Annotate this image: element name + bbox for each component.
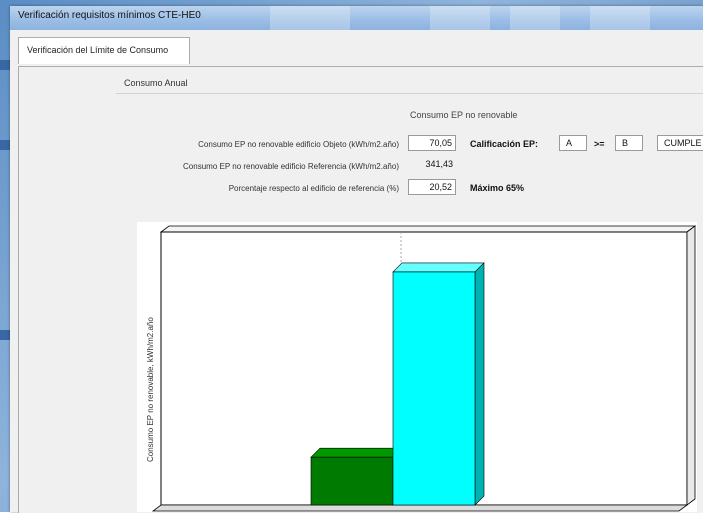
chart-top-face xyxy=(159,225,697,233)
title-bar-glow xyxy=(430,6,490,30)
group-divider xyxy=(116,93,703,94)
desktop-icon xyxy=(0,60,10,70)
group-title: Consumo Anual xyxy=(124,78,188,88)
desktop-icon xyxy=(0,140,10,150)
bar-top-objeto xyxy=(310,447,403,458)
result-field: CUMPLE xyxy=(657,135,703,151)
window-title: Verificación requisitos mínimos CTE-HE0 xyxy=(18,10,201,21)
calificacion-label: Calificación EP: xyxy=(470,139,539,149)
row-label-referencia: Consumo EP no renovable edificio Referen… xyxy=(183,162,399,171)
title-bar-glow xyxy=(510,6,560,30)
chart-floor xyxy=(151,504,689,512)
value-consumo-objeto: 70,05 xyxy=(408,135,456,151)
y-axis-label: Consumo EP no renovable, kWh/m2.año xyxy=(136,292,156,462)
bar-objeto xyxy=(310,456,394,506)
tab-strip: Verificación del Límite de Consumo xyxy=(10,30,703,70)
tab-verificacion-limite-consumo[interactable]: Verificación del Límite de Consumo xyxy=(18,37,190,64)
value-consumo-referencia: 341,43 xyxy=(425,159,453,169)
bar-side-referencia xyxy=(474,262,485,506)
row-label-objeto: Consumo EP no renovable edificio Objeto … xyxy=(198,140,399,149)
calificacion-limite-field: B xyxy=(615,135,643,151)
title-bar[interactable]: Verificación requisitos mínimos CTE-HE0 xyxy=(10,6,703,30)
column-header: Consumo EP no renovable xyxy=(410,110,518,120)
title-bar-glow xyxy=(590,6,650,30)
value-porcentaje: 20,52 xyxy=(408,179,456,195)
bar-referencia xyxy=(392,271,476,506)
calificacion-objeto-field: A xyxy=(559,135,587,151)
row-label-porcentaje: Porcentaje respecto al edificio de refer… xyxy=(228,184,399,193)
maximo-label: Máximo 65% xyxy=(470,183,525,193)
title-bar-glow xyxy=(270,6,350,30)
chart-side-face xyxy=(686,225,696,506)
bar-top-referencia xyxy=(392,262,485,273)
desktop-icon xyxy=(0,330,10,340)
consumo-bar-chart xyxy=(137,222,697,512)
y-axis-label-text: Consumo EP no renovable, kWh/m2.año xyxy=(146,317,155,462)
tab-label: Verificación del Límite de Consumo xyxy=(27,45,169,55)
comparison-operator: >= xyxy=(594,139,605,149)
